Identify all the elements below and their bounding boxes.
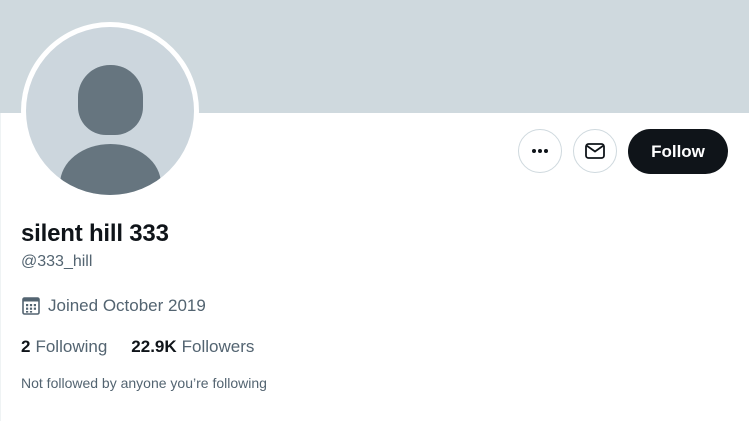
followers-label: Followers bbox=[181, 337, 255, 356]
calendar-icon bbox=[22, 297, 40, 315]
avatar-body-shape bbox=[60, 144, 161, 195]
join-date: Joined October 2019 bbox=[21, 296, 206, 316]
followed-by-note: Not followed by anyone you’re following bbox=[21, 375, 267, 391]
follow-button[interactable]: Follow bbox=[628, 129, 728, 174]
more-options-button[interactable] bbox=[518, 129, 562, 173]
following-count: 2 bbox=[21, 337, 31, 356]
following-link[interactable]: 2 Following bbox=[21, 337, 107, 357]
column-border bbox=[0, 113, 1, 421]
display-name: silent hill 333 bbox=[21, 220, 169, 247]
more-icon bbox=[532, 149, 548, 153]
avatar[interactable] bbox=[21, 22, 199, 200]
message-button[interactable] bbox=[573, 129, 617, 173]
username-handle: @333_hill bbox=[21, 253, 93, 270]
join-date-text: Joined October 2019 bbox=[48, 296, 206, 315]
following-label: Following bbox=[35, 337, 108, 356]
avatar-head-shape bbox=[78, 65, 143, 135]
followers-link[interactable]: 22.9K Followers bbox=[131, 337, 254, 357]
followers-count: 22.9K bbox=[131, 337, 177, 356]
default-avatar-icon bbox=[26, 27, 194, 195]
follow-stats: 2 Following 22.9K Followers bbox=[21, 337, 254, 357]
mail-icon bbox=[585, 143, 605, 159]
